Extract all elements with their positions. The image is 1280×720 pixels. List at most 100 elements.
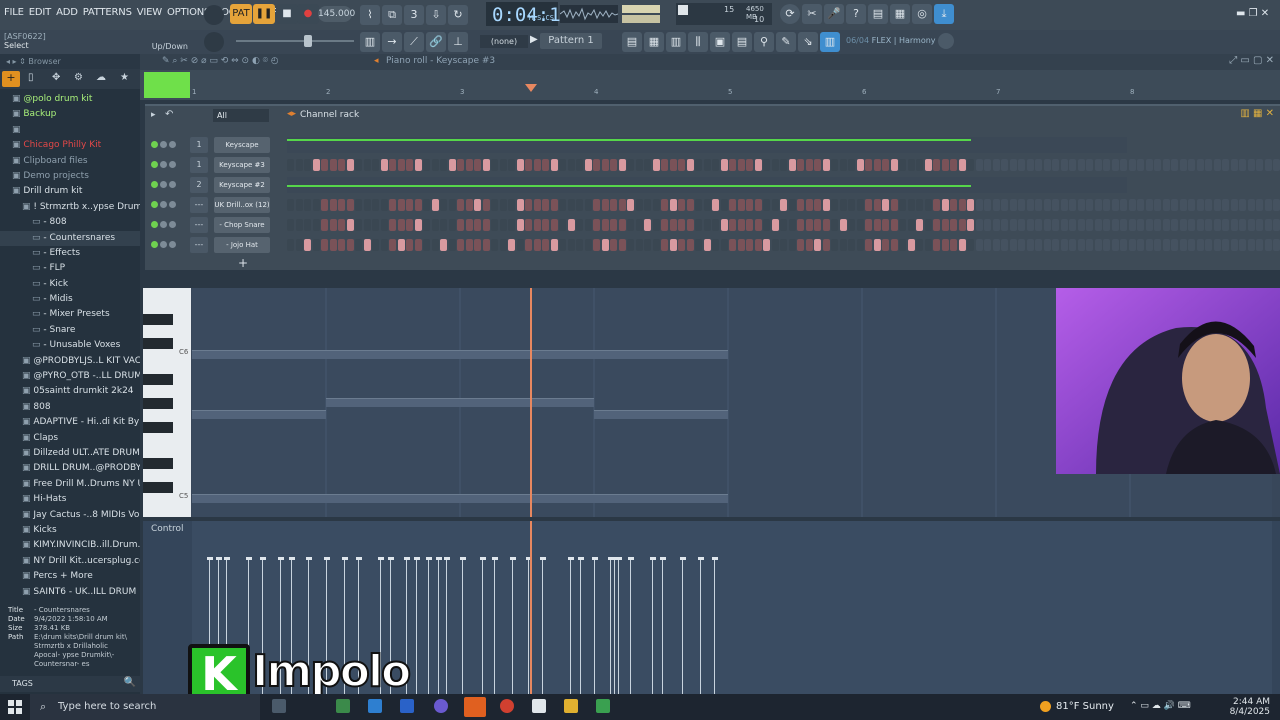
channel-row[interactable]: --- - Jojo Hat xyxy=(145,236,1280,254)
velocity-handle[interactable] xyxy=(414,557,420,560)
step-button[interactable] xyxy=(304,219,311,231)
rack-window-controls[interactable]: ▥ ▦ ✕ xyxy=(1240,108,1274,119)
step-button[interactable] xyxy=(295,199,303,211)
step-button[interactable] xyxy=(1154,219,1161,231)
step-button[interactable] xyxy=(431,199,439,211)
step-button[interactable] xyxy=(355,219,362,231)
step-button[interactable] xyxy=(805,219,813,231)
velocity-handle[interactable] xyxy=(224,557,230,560)
velocity-handle[interactable] xyxy=(616,557,622,560)
black-key[interactable] xyxy=(143,422,173,433)
channel-row[interactable]: --- - Chop Snare xyxy=(145,216,1280,234)
step-button[interactable] xyxy=(1103,239,1110,251)
step-button[interactable] xyxy=(746,199,753,211)
step-button[interactable] xyxy=(899,199,906,211)
discord-icon[interactable] xyxy=(434,699,448,713)
step-button[interactable] xyxy=(831,239,838,251)
step-button[interactable] xyxy=(720,199,728,211)
cut-tool-icon[interactable]: ✂ xyxy=(802,4,822,24)
step-button[interactable] xyxy=(346,159,354,171)
step-button[interactable] xyxy=(516,199,524,211)
step-button[interactable] xyxy=(1162,199,1170,211)
browser-item[interactable]: ▣ Claps xyxy=(0,431,140,446)
browser-item[interactable]: ▣ @PRODBYLJS..L KIT VACCINE xyxy=(0,354,140,369)
step-button[interactable] xyxy=(967,199,974,211)
step-button[interactable] xyxy=(635,219,643,231)
channel-row[interactable]: 1 Keyscape xyxy=(145,136,1275,154)
velocity-handle[interactable] xyxy=(342,557,348,560)
step-button[interactable] xyxy=(1111,199,1119,211)
step-button[interactable] xyxy=(1086,159,1093,171)
step-button[interactable] xyxy=(720,159,728,171)
step-button[interactable] xyxy=(1179,239,1187,251)
channel-steps[interactable] xyxy=(287,217,1280,233)
step-button[interactable] xyxy=(1086,219,1093,231)
step-button[interactable] xyxy=(372,159,379,171)
step-button[interactable] xyxy=(737,219,745,231)
step-button[interactable] xyxy=(1137,219,1144,231)
step-button[interactable] xyxy=(712,239,719,251)
browser-expand-icon[interactable]: ✥ xyxy=(52,72,60,83)
step-button[interactable] xyxy=(661,219,668,231)
timeline-ruler[interactable]: 1 2 3 4 5 6 7 8 xyxy=(140,70,1280,100)
step-button[interactable] xyxy=(508,159,515,171)
hint-settings-icon[interactable] xyxy=(938,33,954,49)
step-button[interactable] xyxy=(1239,239,1246,251)
plugin-icon[interactable]: ⚲ xyxy=(754,32,774,52)
note[interactable] xyxy=(192,494,728,503)
step-button[interactable] xyxy=(550,199,558,211)
master-volume-slider-handle[interactable] xyxy=(304,35,312,47)
step-button[interactable] xyxy=(950,219,957,231)
black-key[interactable] xyxy=(143,338,173,349)
step-button[interactable] xyxy=(805,199,813,211)
step-button[interactable] xyxy=(1264,159,1272,171)
velocity-bar[interactable] xyxy=(594,558,595,694)
step-button[interactable] xyxy=(1094,239,1102,251)
step-button[interactable] xyxy=(805,159,813,171)
step-button[interactable] xyxy=(788,219,796,231)
step-button[interactable] xyxy=(992,219,1000,231)
step-button[interactable] xyxy=(465,159,473,171)
loop-record-icon[interactable]: ↻ xyxy=(448,5,468,25)
step-button[interactable] xyxy=(1009,159,1017,171)
step-button[interactable] xyxy=(1179,159,1187,171)
stop-button[interactable]: ■ xyxy=(276,4,298,24)
link-icon[interactable]: 🔗 xyxy=(426,32,446,52)
step-button[interactable] xyxy=(1128,159,1136,171)
velocity-handle[interactable] xyxy=(378,557,384,560)
step-button[interactable] xyxy=(831,199,838,211)
step-button[interactable] xyxy=(1001,159,1008,171)
step-button[interactable] xyxy=(729,239,736,251)
step-button[interactable] xyxy=(423,219,430,231)
step-button[interactable] xyxy=(1026,199,1034,211)
step-button[interactable] xyxy=(848,219,855,231)
step-button[interactable] xyxy=(814,159,821,171)
channel-name-button[interactable]: Keyscape #2 xyxy=(214,177,270,193)
step-button[interactable] xyxy=(533,219,541,231)
step-button[interactable] xyxy=(304,239,311,251)
step-button[interactable] xyxy=(423,239,430,251)
tempo-tap-icon[interactable]: ✎ xyxy=(776,32,796,52)
velocity-handle[interactable] xyxy=(289,557,295,560)
step-button[interactable] xyxy=(363,159,371,171)
step-button[interactable] xyxy=(950,159,957,171)
step-button[interactable] xyxy=(916,199,923,211)
browser-item[interactable]: ▭ - FLP xyxy=(0,261,140,276)
piano-keyboard-icon[interactable]: ▥ xyxy=(360,32,380,52)
step-button[interactable] xyxy=(601,159,609,171)
step-button[interactable] xyxy=(703,159,711,171)
pattern-selector[interactable]: Pattern 1 xyxy=(540,33,602,49)
step-button[interactable] xyxy=(839,159,847,171)
velocity-handle[interactable] xyxy=(680,557,686,560)
step-button[interactable] xyxy=(1256,219,1263,231)
app-icon[interactable] xyxy=(500,699,514,713)
channel-mixer-track[interactable]: --- xyxy=(190,197,208,213)
step-button[interactable] xyxy=(593,239,600,251)
step-button[interactable] xyxy=(984,199,991,211)
step-button[interactable] xyxy=(1077,239,1085,251)
clock[interactable]: 2:44 AM 8/4/2025 xyxy=(1230,697,1270,717)
step-button[interactable] xyxy=(346,199,354,211)
step-button[interactable] xyxy=(1230,239,1238,251)
file-icon[interactable] xyxy=(532,699,546,713)
step-button[interactable] xyxy=(1086,199,1093,211)
